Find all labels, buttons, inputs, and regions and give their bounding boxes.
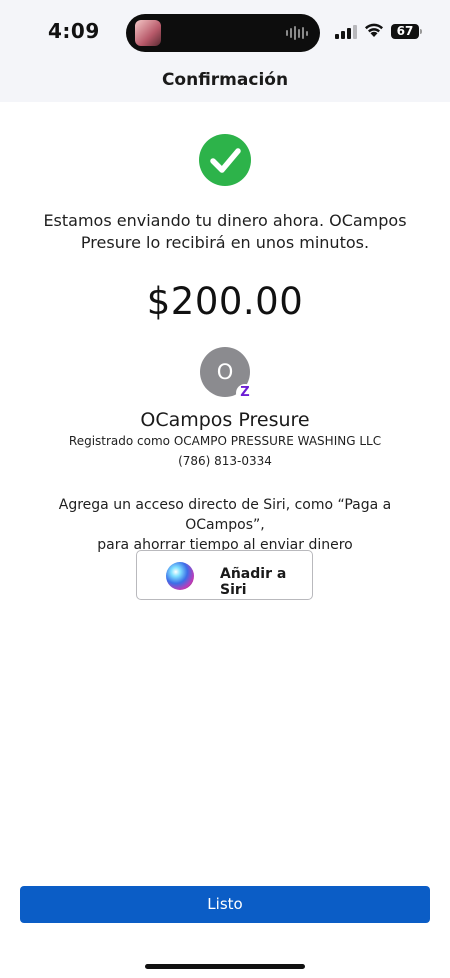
dynamic-island[interactable] xyxy=(126,14,320,52)
cellular-signal-icon xyxy=(335,23,357,39)
add-to-siri-label: Añadir a Siri xyxy=(220,566,287,598)
now-playing-thumbnail xyxy=(135,20,161,46)
home-indicator[interactable] xyxy=(145,964,305,969)
confirmation-message: Estamos enviando tu dinero ahora. OCampo… xyxy=(43,211,407,252)
zelle-badge-icon: Z xyxy=(236,384,254,402)
siri-prompt: Agrega un acceso directo de Siri, como “… xyxy=(58,497,392,553)
registered-as: Registrado como OCAMPO PRESSURE WASHING … xyxy=(68,434,382,448)
battery-icon: 67 xyxy=(391,24,419,39)
siri-icon xyxy=(166,562,194,590)
add-to-siri-button[interactable]: Añadir a Siri xyxy=(136,550,313,600)
status-time: 4:09 xyxy=(48,19,100,43)
recipient-name: OCampos Presure xyxy=(140,409,310,431)
recipient-phone: (786) 813-0334 xyxy=(178,454,272,468)
audio-waveform-icon xyxy=(286,26,308,40)
amount: $200.00 xyxy=(146,280,304,323)
done-button[interactable]: Listo xyxy=(20,886,430,923)
battery-tip xyxy=(420,29,422,34)
status-bar: 4:09 67 xyxy=(0,0,450,64)
success-check-icon xyxy=(199,134,251,186)
page-title: Confirmación xyxy=(161,70,289,90)
wifi-icon xyxy=(365,23,383,37)
